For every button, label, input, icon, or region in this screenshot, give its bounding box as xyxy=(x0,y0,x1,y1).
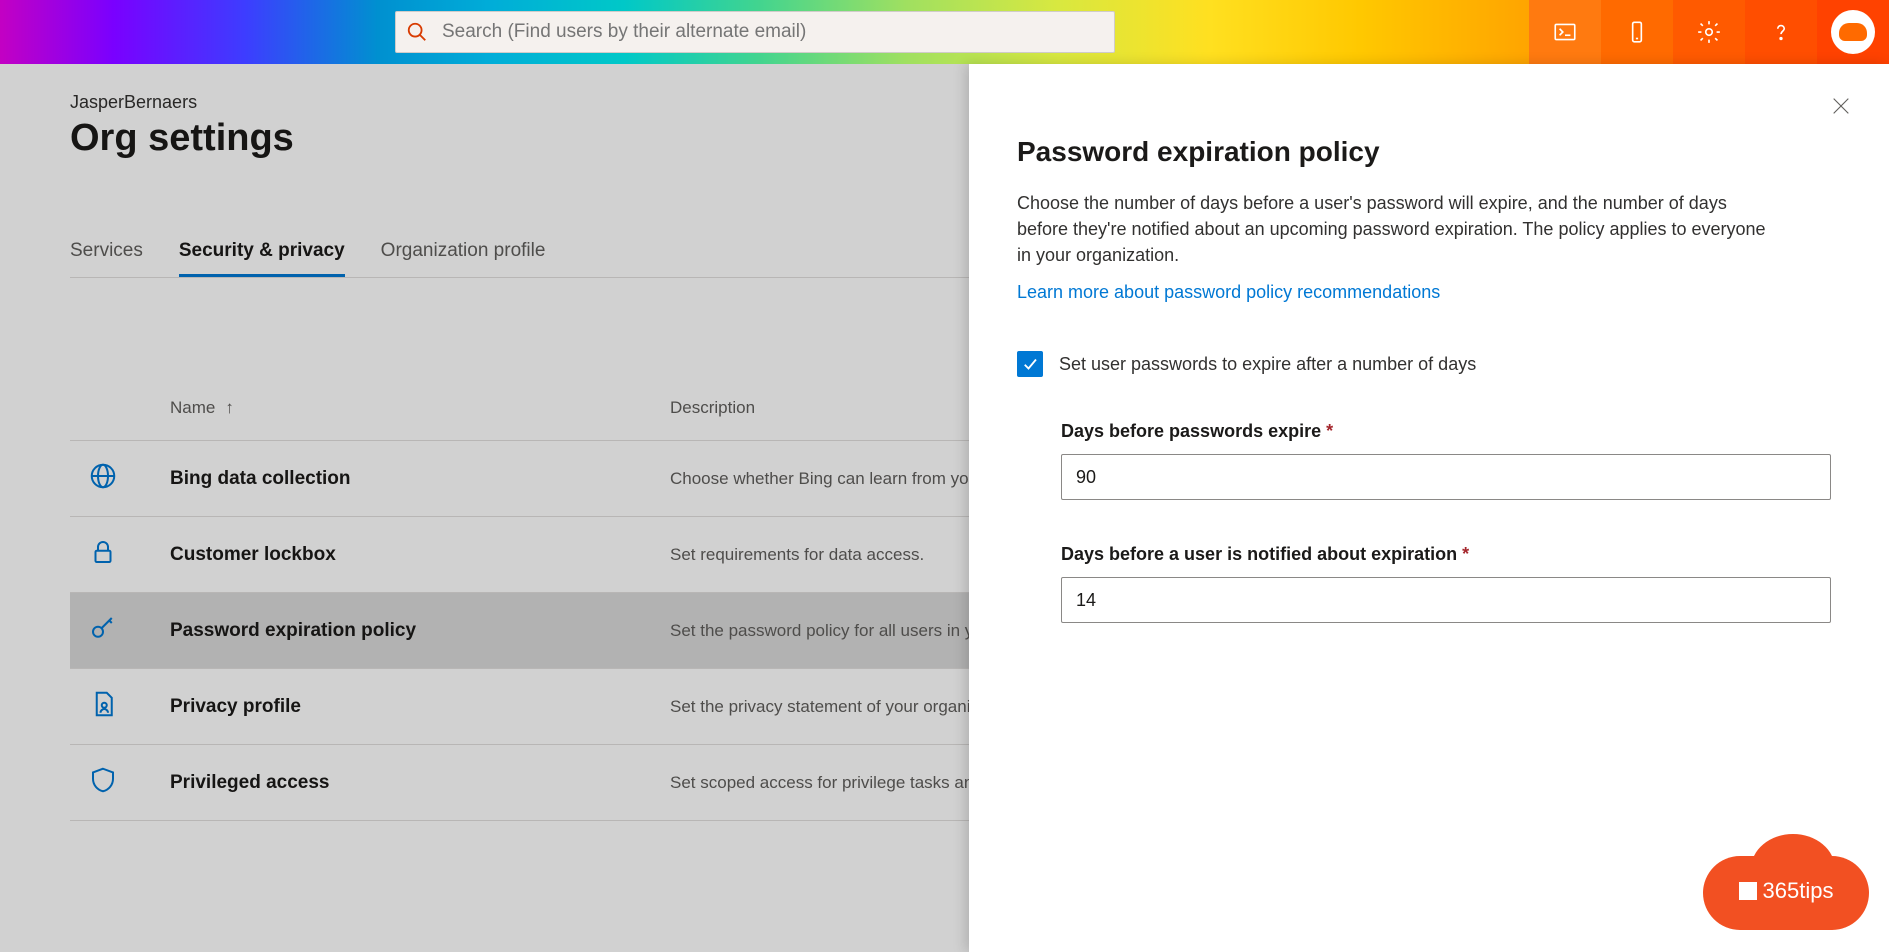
field-days-notify: Days before a user is notified about exp… xyxy=(1061,544,1831,623)
header-icons xyxy=(1529,0,1889,64)
tab-services[interactable]: Services xyxy=(70,240,143,277)
shell-icon[interactable] xyxy=(1529,0,1601,64)
globe-icon xyxy=(88,461,118,491)
learn-more-link[interactable]: Learn more about password policy recomme… xyxy=(1017,282,1440,303)
row-name: Bing data collection xyxy=(170,468,670,490)
panel-description: Choose the number of days before a user'… xyxy=(1017,190,1777,268)
row-name: Password expiration policy xyxy=(170,620,670,642)
shield-icon xyxy=(88,765,118,795)
column-name[interactable]: Name ↑ xyxy=(170,398,670,418)
lock-icon xyxy=(88,537,118,567)
avatar[interactable] xyxy=(1817,0,1889,64)
expire-checkbox[interactable] xyxy=(1017,351,1043,377)
field-days-expire: Days before passwords expire * xyxy=(1061,421,1831,500)
row-name: Privileged access xyxy=(170,772,670,794)
close-button[interactable] xyxy=(1827,92,1855,120)
document-person-icon xyxy=(88,689,118,719)
search-box[interactable] xyxy=(395,11,1115,53)
search-icon xyxy=(406,21,428,43)
logo-365tips: 365tips xyxy=(1703,834,1869,930)
side-panel: Password expiration policy Choose the nu… xyxy=(969,64,1889,952)
field-label-expire: Days before passwords expire * xyxy=(1061,421,1831,442)
row-name: Customer lockbox xyxy=(170,544,670,566)
tab-security-privacy[interactable]: Security & privacy xyxy=(179,240,345,277)
input-days-expire[interactable] xyxy=(1061,454,1831,500)
panel-title: Password expiration policy xyxy=(1017,136,1841,168)
mobile-icon[interactable] xyxy=(1601,0,1673,64)
column-name-label: Name xyxy=(170,398,215,418)
checkbox-label: Set user passwords to expire after a num… xyxy=(1059,354,1476,375)
tab-organization-profile[interactable]: Organization profile xyxy=(381,240,546,277)
help-icon[interactable] xyxy=(1745,0,1817,64)
field-label-notify: Days before a user is notified about exp… xyxy=(1061,544,1831,565)
checkbox-row: Set user passwords to expire after a num… xyxy=(1017,351,1841,377)
gear-icon[interactable] xyxy=(1673,0,1745,64)
row-name: Privacy profile xyxy=(170,696,670,718)
key-icon xyxy=(88,613,118,643)
search-input[interactable] xyxy=(442,21,1104,43)
close-icon xyxy=(1830,95,1852,117)
sort-ascending-icon: ↑ xyxy=(225,398,234,418)
top-bar xyxy=(0,0,1889,64)
input-days-notify[interactable] xyxy=(1061,577,1831,623)
check-icon xyxy=(1021,355,1039,373)
